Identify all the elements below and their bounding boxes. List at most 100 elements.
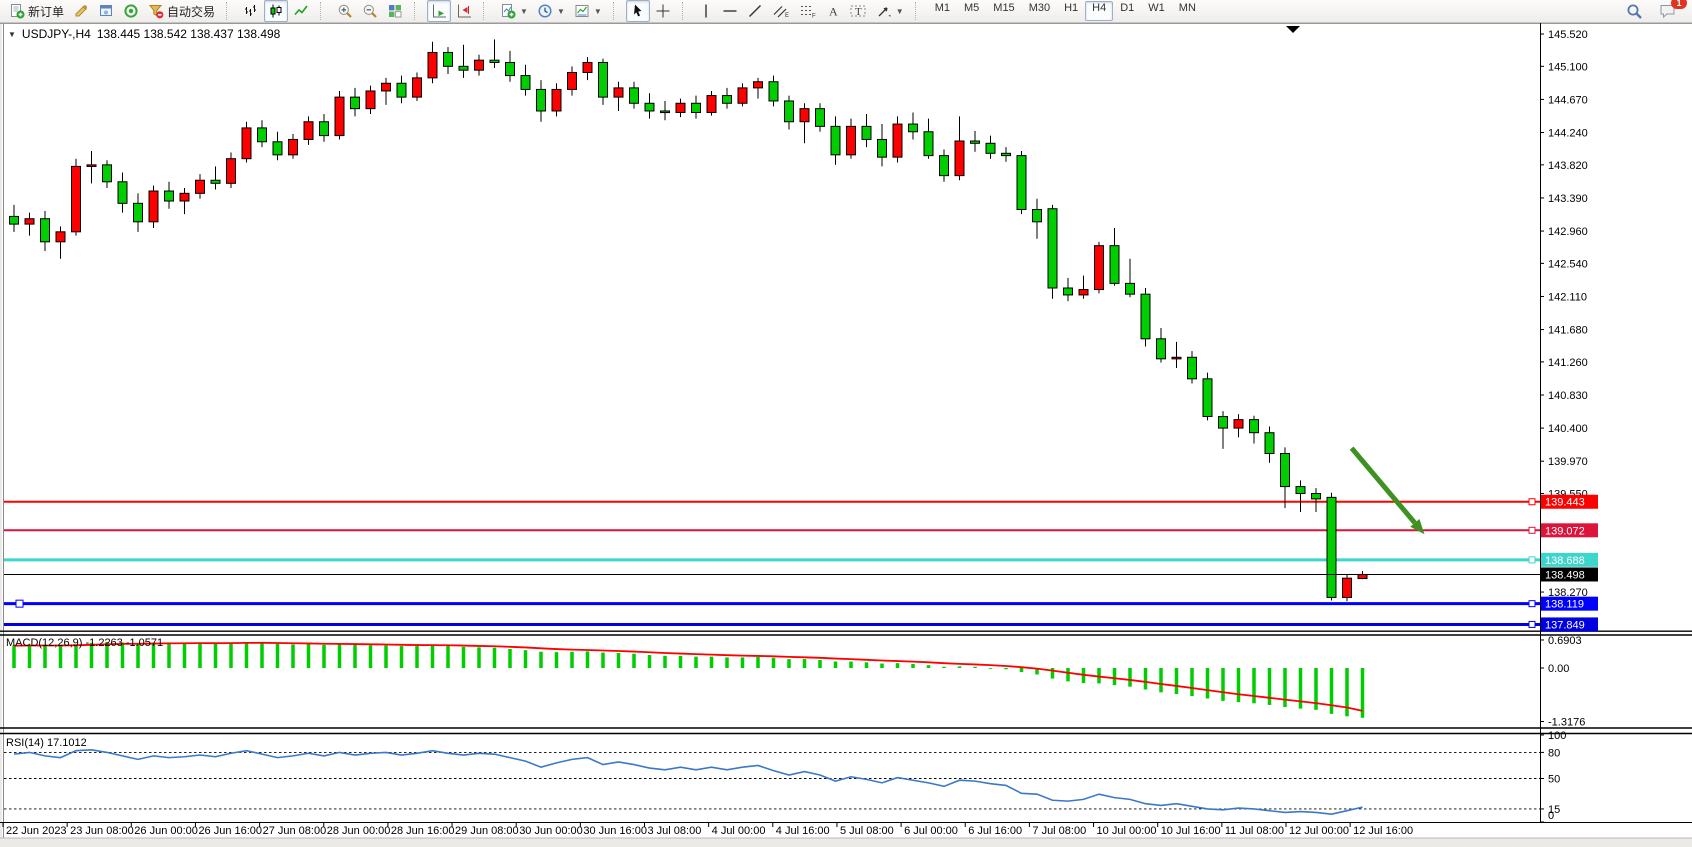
line-handle[interactable] [1529,557,1535,563]
text-label-button[interactable]: T [845,0,871,22]
data-window-button[interactable] [94,0,118,22]
line-handle[interactable] [16,600,23,607]
svg-text:0.00: 0.00 [1548,663,1569,675]
macd-bar [710,657,714,668]
arrows-button[interactable]: ▼ [872,0,908,22]
candle [1327,493,1336,601]
svg-text:139.970: 139.970 [1548,456,1588,468]
svg-text:5 Jul 08:00: 5 Jul 08:00 [840,825,894,837]
macd-bar [1283,668,1287,707]
line-handle[interactable] [1529,601,1535,607]
macd-bar [1144,668,1148,690]
price-tag-138.688: 138.688 [1541,553,1598,567]
macd-bar [353,645,357,668]
timeframe-button-m15[interactable]: M15 [986,1,1021,21]
zoom-out-button[interactable] [358,0,382,22]
macd-bar [1268,668,1272,705]
timeframe-button-d1[interactable]: D1 [1113,1,1141,21]
macd-bar [694,657,698,668]
notification-badge: 1 [1671,0,1687,9]
chevron-down-icon: ▼ [557,7,565,16]
macd-name: MACD(12,26,9) [6,637,82,649]
svg-text:144.670: 144.670 [1548,94,1588,106]
svg-text:30 Jun 16:00: 30 Jun 16:00 [583,825,647,837]
macd-bar [880,664,884,668]
chart-shift-button[interactable] [452,0,476,22]
fibonacci-button[interactable]: F [795,0,821,22]
timeframe-button-m5[interactable]: M5 [957,1,986,21]
bar-chart-button[interactable] [239,0,263,22]
svg-text:26 Jun 16:00: 26 Jun 16:00 [198,825,262,837]
timeframe-button-w1[interactable]: W1 [1141,1,1172,21]
tile-windows-button[interactable] [383,0,407,22]
candle [1048,205,1057,299]
cursor-button[interactable] [626,0,650,22]
bar-chart-icon [243,3,259,19]
macd-bar [617,653,621,668]
macd-bar [539,652,543,668]
timeframe-button-mn[interactable]: MN [1172,1,1203,21]
line-handle[interactable] [1529,499,1535,505]
macd-bar [648,655,652,668]
trendline-button[interactable] [743,0,767,22]
toolbar-separator [613,2,621,20]
templates-button[interactable]: ▼ [570,0,606,22]
vertical-line-button[interactable] [695,0,717,22]
candle [1343,574,1352,601]
periods-button[interactable]: ▼ [533,0,569,22]
toolbar-separator [483,2,491,20]
tile-windows-icon [387,3,403,19]
macd-bar [849,662,853,668]
line-handle[interactable] [1529,621,1535,627]
macd-bar [291,644,295,668]
timeframe-button-h4[interactable]: H4 [1085,1,1113,21]
text-button[interactable]: A [822,0,844,22]
new-order-button[interactable]: 新订单 [5,0,68,22]
timeframe-button-h1[interactable]: H1 [1057,1,1085,21]
macd-bar [493,648,497,668]
svg-text:145.520: 145.520 [1548,29,1588,41]
equidistant-channel-button[interactable]: E [768,0,794,22]
zoom-in-button[interactable] [333,0,357,22]
chat-button[interactable]: 1 [1655,0,1681,22]
svg-text:12 Jul 16:00: 12 Jul 16:00 [1353,825,1413,837]
macd-bar [384,645,388,668]
macd-bar [555,652,559,668]
svg-text:143.820: 143.820 [1548,160,1588,172]
macd-bar [1206,668,1210,698]
candle [149,186,158,228]
search-button[interactable] [1622,0,1647,22]
candle [72,159,81,236]
svg-text:11 Jul 08:00: 11 Jul 08:00 [1225,825,1284,837]
macd-bar [1330,668,1334,714]
line-chart-button[interactable] [289,0,313,22]
timeframe-button-m1[interactable]: M1 [928,1,957,21]
rsi-name: RSI(14) [6,737,44,749]
macd-bar [1066,668,1070,681]
timeframe-button-m30[interactable]: M30 [1022,1,1057,21]
candle [1095,242,1104,294]
chart-canvas[interactable]: 145.520145.100144.670144.240143.820143.3… [0,0,1692,847]
svg-text:F: F [812,14,816,20]
signals-button[interactable] [119,0,143,22]
zoom-in-icon [337,3,353,19]
horizontal-line-button[interactable] [718,0,742,22]
svg-text:139.072: 139.072 [1545,525,1585,537]
signal-icon [123,3,139,19]
line-handle[interactable] [1529,527,1535,533]
chevron-down-icon: ▼ [896,7,904,16]
crosshair-button[interactable] [651,0,675,22]
profiles-button[interactable] [69,0,93,22]
candlestick-button[interactable] [264,0,288,22]
auto-scroll-button[interactable] [427,0,451,22]
price-tag-137.849: 137.849 [1541,617,1598,631]
indicators-button[interactable]: ▼ [496,0,532,22]
svg-text:50: 50 [1548,774,1560,786]
macd-bar [446,646,450,668]
one-click-trading-toggle[interactable]: ▼ [8,30,16,39]
macd-bar [927,665,931,668]
autotrading-button[interactable]: 自动交易 [144,0,219,22]
price-tag-138.498: 138.498 [1541,567,1598,581]
indicators-icon [500,3,516,19]
channel-icon: E [772,3,790,19]
